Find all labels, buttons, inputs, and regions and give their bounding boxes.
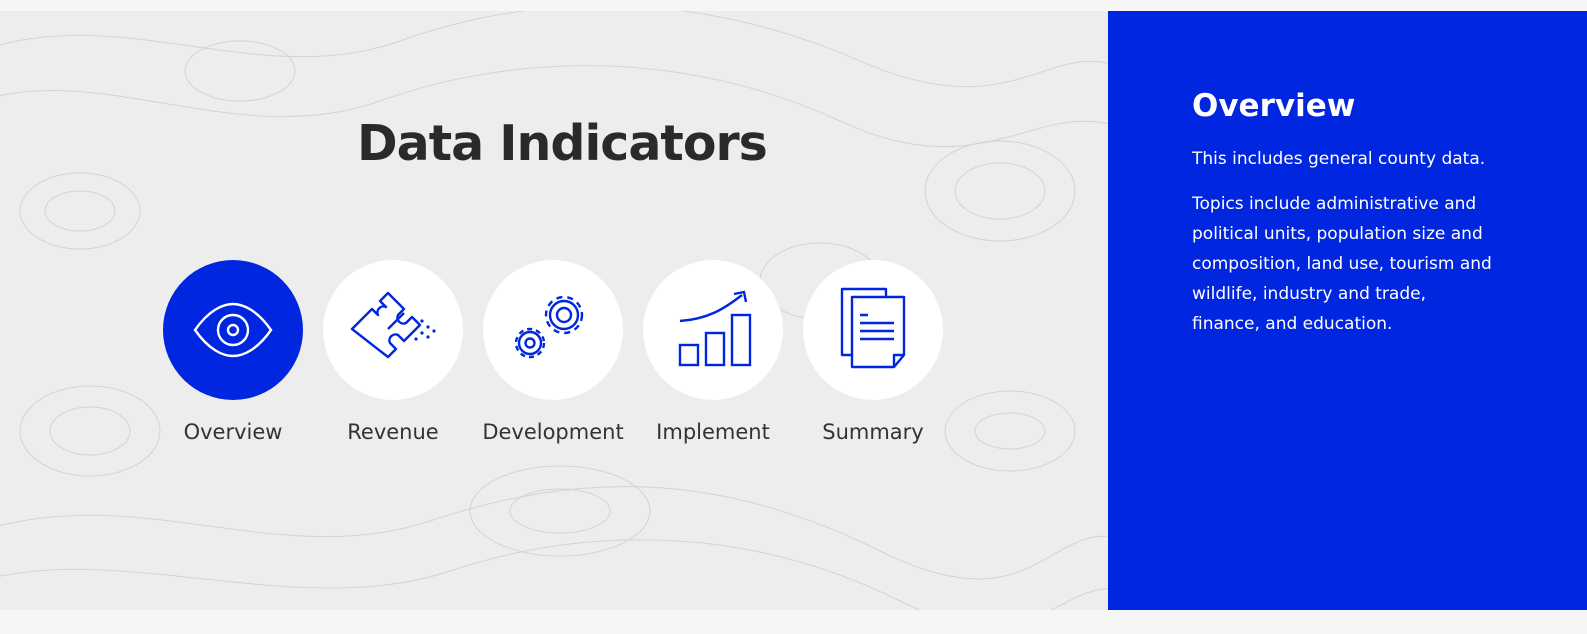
nav-item-implement[interactable]: Implement: [633, 260, 793, 444]
nav-label-overview: Overview: [183, 420, 283, 444]
nav-item-overview[interactable]: Overview: [153, 260, 313, 444]
page-title: Data Indicators: [357, 115, 768, 172]
nav-circle-revenue[interactable]: [323, 260, 463, 400]
puzzle-icon: [350, 291, 436, 359]
title-word-data: Data: [357, 115, 484, 172]
nav-item-development[interactable]: Development: [473, 260, 633, 444]
eye-icon: [193, 302, 273, 358]
nav-circle-implement[interactable]: [643, 260, 783, 400]
title-highlight: Indicators: [499, 115, 768, 172]
panel-title: Overview: [1192, 88, 1356, 124]
gears-icon: [514, 295, 584, 359]
nav-label-revenue: Revenue: [347, 420, 439, 444]
nav-circle-development[interactable]: [483, 260, 623, 400]
panel-paragraph-1: This includes general county data.: [1192, 149, 1486, 169]
nav-label-summary: Summary: [822, 420, 924, 444]
growth-chart-icon: [678, 290, 752, 367]
slide: Data Indicators Overview Revenue Develop…: [0, 11, 1587, 610]
documents-icon: [840, 287, 906, 369]
detail-panel: Overview This includes general county da…: [1108, 11, 1587, 610]
nav-label-implement: Implement: [656, 420, 770, 444]
indicators-area: Data Indicators Overview Revenue Develop…: [0, 11, 1108, 610]
nav-circle-summary[interactable]: [803, 260, 943, 400]
nav-label-development: Development: [482, 420, 624, 444]
nav-item-summary[interactable]: Summary: [793, 260, 953, 444]
nav-circle-overview[interactable]: [163, 260, 303, 400]
title-word-indicators: Indicators: [499, 115, 768, 172]
nav-item-revenue[interactable]: Revenue: [313, 260, 473, 444]
panel-paragraph-2: Topics include administrative and politi…: [1192, 194, 1492, 334]
